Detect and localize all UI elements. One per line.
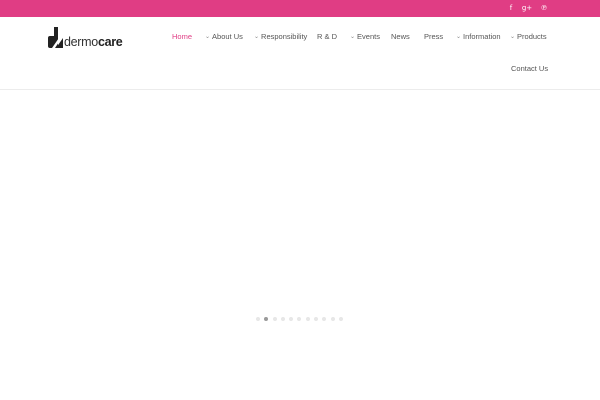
slider-dot[interactable] xyxy=(289,317,294,321)
nav-contact-us[interactable]: Contact Us xyxy=(511,64,548,74)
nav-about-us[interactable]: ⌄ About Us xyxy=(205,32,243,43)
slider-dot[interactable] xyxy=(264,317,269,321)
chevron-down-icon: ⌄ xyxy=(205,34,211,40)
slider-pagination xyxy=(256,317,343,321)
nav-home[interactable]: Home xyxy=(172,32,192,42)
nav-events[interactable]: ⌄ Events xyxy=(350,32,380,43)
logo-text-regular: dermo xyxy=(64,34,98,49)
site-header: dermocare Home ⌄ About Us ⌄ Responsibility… xyxy=(0,17,600,90)
nav-information[interactable]: ⌄ Information xyxy=(456,32,501,43)
nav-news-label: News xyxy=(391,32,410,41)
slider-dot[interactable] xyxy=(305,317,310,321)
nav-rnd[interactable]: R & D xyxy=(317,32,337,42)
chevron-down-icon: ⌄ xyxy=(254,34,260,40)
nav-press-label: Press xyxy=(424,32,444,41)
nav-products[interactable]: ⌄ Products xyxy=(510,32,547,43)
pinterest-icon[interactable]: ℗ xyxy=(537,0,551,17)
nav-events-label: Events xyxy=(357,32,380,41)
chevron-down-icon: ⌄ xyxy=(350,34,356,40)
slider-dot[interactable] xyxy=(338,317,343,321)
dermocare-logo-icon xyxy=(48,27,63,48)
nav-products-label: Products xyxy=(517,32,547,41)
slider-dot[interactable] xyxy=(256,317,260,321)
nav-home-label: Home xyxy=(172,32,193,41)
slider-dot[interactable] xyxy=(272,317,277,321)
slider-dot[interactable] xyxy=(330,317,335,321)
slider-dot[interactable] xyxy=(322,317,327,321)
chevron-down-icon: ⌄ xyxy=(510,34,516,40)
logo[interactable]: dermocare xyxy=(48,27,123,49)
nav-about-us-label: About Us xyxy=(212,32,243,41)
nav-rnd-label: R & D xyxy=(317,32,338,41)
google-plus-icon[interactable]: g+ xyxy=(520,0,534,17)
slider-dot[interactable] xyxy=(280,317,285,321)
nav-contact-us-label: Contact Us xyxy=(511,64,549,73)
logo-text: dermocare xyxy=(64,34,123,49)
slider-dot[interactable] xyxy=(314,317,319,321)
facebook-icon[interactable]: f xyxy=(504,0,518,17)
nav-responsibility-label: Responsibility xyxy=(261,32,308,41)
hero-slider xyxy=(0,91,600,331)
nav-press[interactable]: Press xyxy=(424,32,443,42)
top-bar: f g+ ℗ xyxy=(0,0,600,17)
chevron-down-icon: ⌄ xyxy=(456,34,462,40)
nav-information-label: Information xyxy=(463,32,501,41)
nav-responsibility[interactable]: ⌄ Responsibility xyxy=(254,32,307,43)
slider-dot[interactable] xyxy=(297,317,302,321)
nav-news[interactable]: News xyxy=(391,32,410,42)
logo-text-bold: care xyxy=(97,34,123,49)
